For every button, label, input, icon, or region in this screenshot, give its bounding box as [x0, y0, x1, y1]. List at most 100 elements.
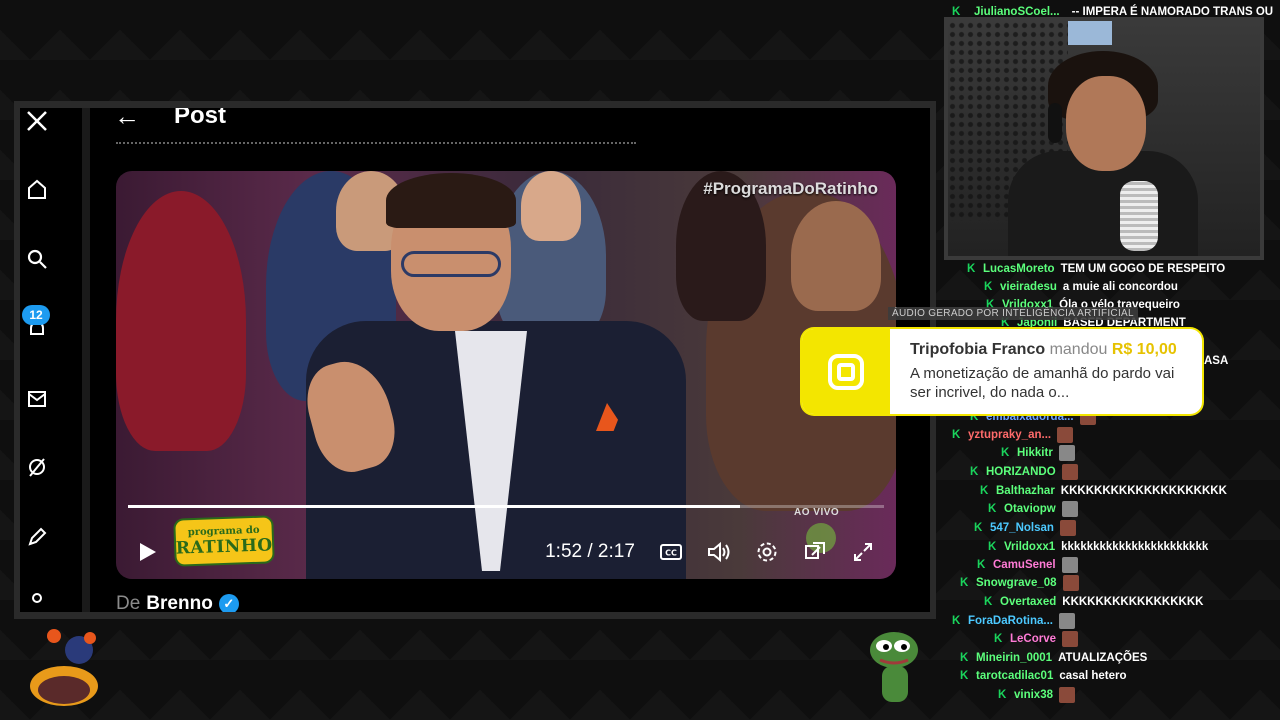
notification-badge: 12	[22, 305, 50, 325]
arrow-left-icon[interactable]: ←	[114, 108, 174, 132]
video-player[interactable]: #ProgramaDoRatinho programa do RATINHO A…	[116, 171, 896, 579]
chat-line: Kyztupraky_an...	[952, 426, 1074, 444]
compose-icon[interactable]	[24, 524, 50, 550]
chat-username[interactable]: ForaDaRotina...	[968, 615, 1053, 627]
donation-header: Tripofobia Franco mandou R$ 10,00	[910, 341, 1177, 359]
chat-username[interactable]: vieiradesu	[1000, 281, 1057, 293]
chat-emote-icon	[1058, 445, 1075, 461]
profile-icon[interactable]	[24, 588, 50, 612]
post-byline: De Brenno ✓	[116, 593, 239, 612]
chat-message: casal hetero	[1059, 670, 1127, 682]
chat-emote-icon	[1061, 501, 1078, 517]
chat-line: K Mineirin_0001 ATUALIZAÇÕES	[960, 649, 1147, 667]
chat-badge-icon: K	[960, 670, 969, 682]
chat-badge-icon: K	[988, 503, 997, 515]
pepe-frog-emote	[870, 632, 918, 702]
chat-badge-icon: K	[952, 615, 961, 627]
chat-badge-icon: K	[952, 6, 961, 18]
chat-username[interactable]: Mineirin_0001	[976, 652, 1052, 664]
chat-line: K HORIZANDO	[970, 463, 1078, 481]
chat-message: ATUALIZAÇÕES	[1058, 652, 1148, 664]
chat-username[interactable]: yztupraky_an...	[968, 429, 1051, 441]
chat-username[interactable]: Balthazhar	[996, 485, 1055, 497]
verified-badge-icon: ✓	[218, 594, 239, 612]
chat-message: KKKKKKKKKKKKKKKKKKKK	[1060, 485, 1227, 497]
chat-line: K LeCorve	[994, 630, 1079, 648]
chat-username[interactable]: Otaviopw	[1004, 503, 1056, 515]
chat-emote-icon	[1061, 464, 1078, 480]
chat-message: ASA	[1204, 355, 1229, 367]
home-icon[interactable]	[24, 176, 50, 202]
byline-author[interactable]: Brenno	[146, 593, 213, 612]
post-header: ← Post	[100, 108, 900, 136]
video-progress-bar[interactable]	[128, 505, 884, 508]
chat-username[interactable]: vinix38	[1014, 689, 1053, 701]
chat-badge-icon: K	[977, 559, 986, 571]
chat-emote-icon	[1058, 613, 1075, 629]
post-title: Post	[174, 108, 227, 129]
play-icon[interactable]	[130, 535, 164, 569]
chat-username[interactable]: LucasMoreto	[983, 263, 1055, 275]
ai-audio-label: ÁUDIO GERADO POR INTELIGÊNCIA ARTIFICIAL	[888, 307, 1138, 320]
chat-line: K Snowgrave_08	[960, 574, 1079, 592]
grok-icon[interactable]	[24, 454, 50, 480]
chat-badge-icon: K	[984, 596, 993, 608]
chat-badge-icon: K	[967, 263, 976, 275]
headphones	[1048, 103, 1062, 143]
chat-badge-icon: K	[1001, 447, 1010, 459]
microphone	[1120, 181, 1158, 251]
chat-username[interactable]: LeCorve	[1010, 633, 1056, 645]
audience-person	[116, 191, 246, 451]
chat-emote-icon	[1062, 575, 1079, 591]
x-sidebar: 12	[20, 108, 84, 612]
captions-icon[interactable]: CC	[654, 535, 688, 569]
chat-username[interactable]: Vrildoxx1	[1004, 541, 1055, 553]
chat-username[interactable]: 547_Nolsan	[990, 522, 1054, 534]
chat-message: -- IMPERA É NAMORADO TRANS OU	[1071, 6, 1274, 18]
chat-line: ASA	[1204, 352, 1228, 370]
x-logo-icon[interactable]	[24, 108, 50, 134]
chat-username[interactable]: Snowgrave_08	[976, 577, 1057, 589]
video-controls: 1:52 / 2:17 CC	[116, 531, 896, 575]
browser-capture: 12 ← Post #ProgramaDoRatinho programa do…	[20, 108, 930, 612]
chat-line: K ForaDaRotina...	[952, 612, 1075, 630]
chat-badge-icon: K	[998, 689, 1007, 701]
chat-badge-icon: K	[960, 577, 969, 589]
live-label: AO VIVO	[794, 507, 840, 518]
donation-alert: Tripofobia Franco mandou R$ 10,00 A mone…	[802, 329, 1202, 414]
chat-username[interactable]: Hikkitr	[1017, 447, 1053, 459]
chat-badge-icon: K	[984, 281, 993, 293]
settings-gear-icon[interactable]	[750, 535, 784, 569]
chat-badge-icon: K	[974, 522, 983, 534]
chat-username[interactable]: HORIZANDO	[986, 466, 1056, 478]
chat-emote-icon	[1059, 520, 1076, 536]
chat-line: K Otaviopw	[988, 500, 1078, 518]
program-hashtag: #ProgramaDoRatinho	[703, 179, 878, 198]
webcam-feed	[948, 21, 1260, 256]
chat-username[interactable]: CamuSenel	[993, 559, 1056, 571]
messages-icon[interactable]	[24, 386, 50, 412]
streamer-head	[1066, 76, 1146, 171]
chat-username[interactable]: tarotcadilac01	[976, 670, 1053, 682]
search-icon[interactable]	[24, 246, 50, 272]
chat-badge-icon: K	[970, 466, 979, 478]
chat-username[interactable]: Overtaxed	[1000, 596, 1056, 608]
picture-in-picture-icon[interactable]	[798, 535, 832, 569]
chat-line: K 547_Nolsan	[974, 519, 1076, 537]
chat-emote-icon	[1059, 687, 1075, 703]
byline-prefix: De	[116, 593, 141, 612]
fullscreen-icon[interactable]	[846, 535, 880, 569]
truncated-post-text	[116, 136, 876, 146]
light-fixture	[1068, 21, 1112, 45]
donation-amount: R$ 10,00	[1111, 341, 1177, 358]
audience-face	[791, 201, 881, 311]
chat-badge-icon: K	[980, 485, 989, 497]
chat-line: Kvieiradesu a muie ali concordou	[984, 278, 1178, 296]
donation-message: A monetização de amanhã do pardo vai ser…	[910, 365, 1175, 401]
chat-badge-icon: K	[994, 633, 1003, 645]
donor-name: Tripofobia Franco	[910, 341, 1046, 358]
volume-icon[interactable]	[702, 535, 736, 569]
chat-badge-icon: K	[988, 541, 997, 553]
audience-face	[521, 171, 581, 241]
video-progress-fill	[128, 505, 741, 508]
